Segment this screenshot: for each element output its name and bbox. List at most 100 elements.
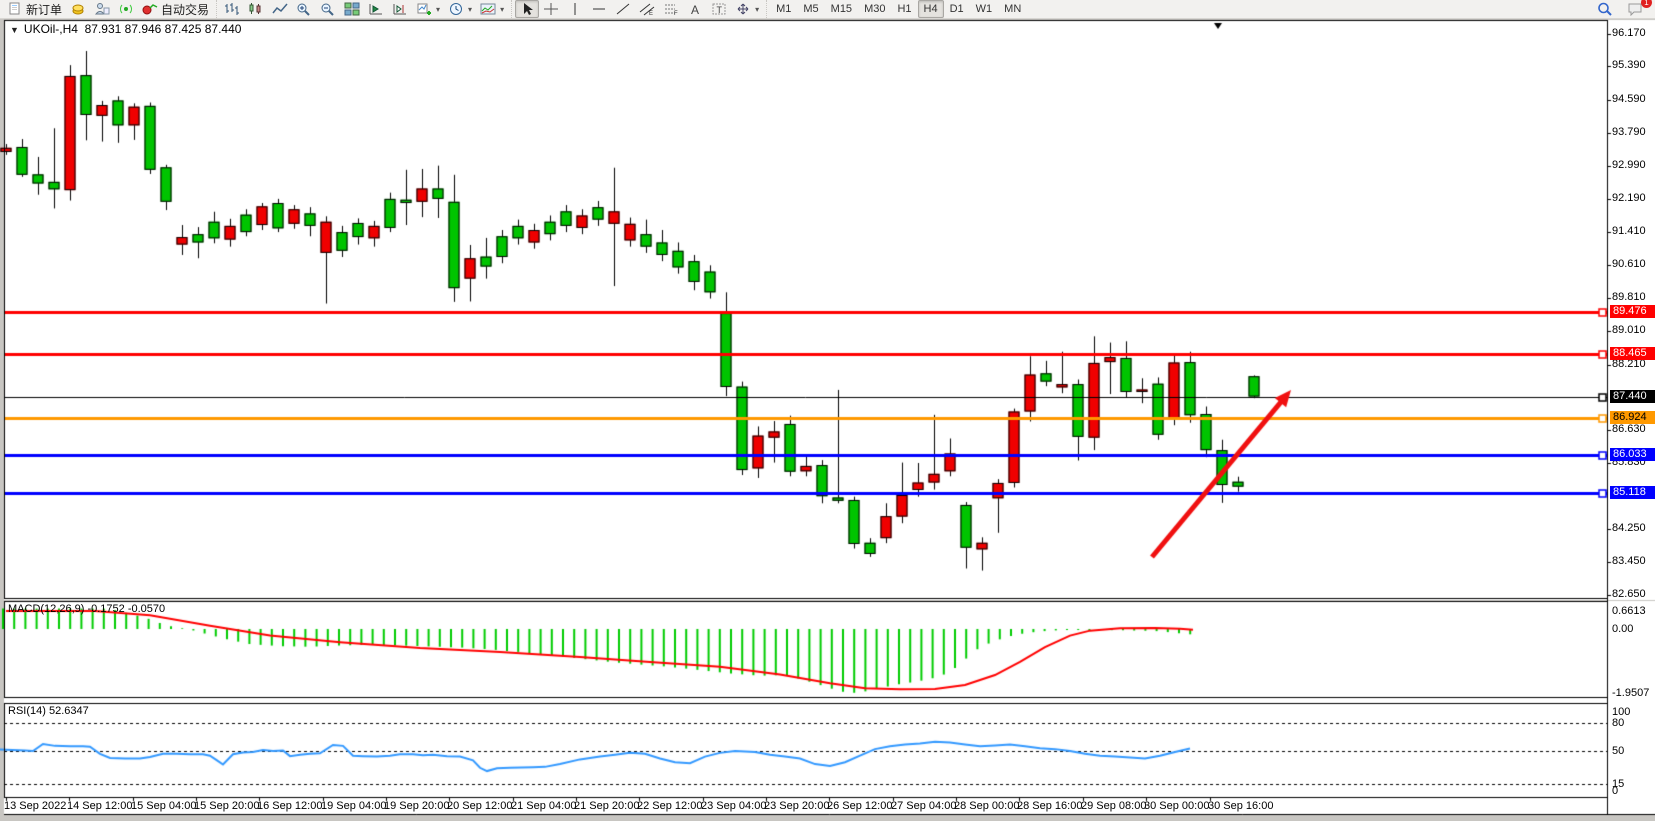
coins-icon [70, 2, 86, 16]
timeframe-m15-button[interactable]: M15 [825, 0, 858, 18]
svg-text:T: T [717, 5, 723, 15]
chartshift-icon [392, 2, 408, 16]
signals-icon-button[interactable] [114, 0, 138, 18]
zoomin-icon [296, 2, 312, 16]
timeframe-m5-button[interactable]: M5 [797, 0, 824, 18]
price-axis-tick: 86.630 [1612, 423, 1653, 435]
svg-text:E: E [649, 11, 653, 16]
main-toolbar: 新订单自动交易 ▾▾▾ EFAT▾ M1M5M15M30H1H4D1W1MN 1 [0, 0, 1655, 19]
time-axis-label: 15 Sep 20:00 [194, 800, 259, 812]
price-axis-tick: 92.190 [1612, 192, 1653, 204]
price-axis-tick: 92.990 [1612, 159, 1653, 171]
fibonacci-button[interactable]: F [659, 0, 683, 18]
zoom-out-button[interactable] [316, 0, 340, 18]
price-axis-tick: 83.450 [1612, 555, 1653, 567]
toolbar-group-chart: ▾▾▾ [216, 0, 511, 18]
search-icon [1597, 2, 1613, 16]
bars-chart-button[interactable] [220, 0, 244, 18]
rsi-axis-label: 80 [1612, 717, 1653, 729]
tile-windows-button[interactable] [340, 0, 364, 18]
periods-button[interactable]: ▾ [444, 0, 476, 18]
chart-collapse-icon[interactable]: ▼ [10, 25, 19, 35]
vline-button[interactable] [563, 0, 587, 18]
chart-title: ▼ UKOil-,H4 87.931 87.946 87.425 87.440 [10, 22, 241, 36]
timeframe-m1-button[interactable]: M1 [770, 0, 797, 18]
candles-chart-button[interactable] [244, 0, 268, 18]
signal-icon [118, 2, 134, 16]
crosshair-icon [543, 2, 559, 16]
price-axis-tick: 96.170 [1612, 27, 1653, 39]
indicators-button[interactable]: ▾ [412, 0, 444, 18]
timeframe-d1-button[interactable]: D1 [944, 0, 970, 18]
indicator-icon [416, 2, 432, 16]
price-axis-tick: 93.790 [1612, 126, 1653, 138]
chart-title-ohlc: 87.931 87.946 87.425 87.440 [85, 22, 242, 36]
bars-icon [224, 2, 240, 16]
chevron-down-icon: ▾ [755, 5, 759, 14]
trendline-button[interactable] [611, 0, 635, 18]
chart-window: ▼ UKOil-,H4 87.931 87.946 87.425 87.440 9… [0, 19, 1655, 821]
macd-axis-label: -1.9507 [1612, 687, 1653, 699]
zoom-in-button[interactable] [292, 0, 316, 18]
hline-icon [591, 2, 607, 16]
rsi-axis-label: 50 [1612, 745, 1653, 757]
search-icon-button[interactable] [1593, 0, 1617, 18]
text-button[interactable]: A [683, 0, 707, 18]
price-axis-tick: 84.250 [1612, 522, 1653, 534]
fibo-icon: F [663, 2, 679, 16]
clock-icon [448, 2, 464, 16]
notifications-icon-button[interactable]: 1 [1623, 0, 1647, 18]
price-level-badge: 85.118 [1610, 486, 1655, 499]
chart-shift-button[interactable] [388, 0, 412, 18]
price-level-badge: 88.465 [1610, 347, 1655, 360]
price-level-badge: 89.476 [1610, 305, 1655, 318]
trendline-icon [615, 2, 631, 16]
cursor-button[interactable] [515, 0, 539, 18]
chart-canvas[interactable] [0, 19, 1655, 821]
time-axis-label: 15 Sep 04:00 [131, 800, 196, 812]
profile-icon-button[interactable] [90, 0, 114, 18]
templates-button[interactable]: ▾ [476, 0, 508, 18]
tiles-icon [344, 2, 360, 16]
autoscroll-button[interactable] [364, 0, 388, 18]
macd-axis-label: 0.00 [1612, 623, 1653, 635]
autotrading-button[interactable]: 自动交易 [138, 0, 213, 18]
channel-button[interactable]: E [635, 0, 659, 18]
textA-icon: A [687, 2, 703, 16]
zoomout-icon [320, 2, 336, 16]
price-axis-tick: 95.390 [1612, 59, 1653, 71]
timeframe-m30-button[interactable]: M30 [858, 0, 891, 18]
crosshair-button[interactable] [539, 0, 563, 18]
time-axis-label: 21 Sep 04:00 [511, 800, 576, 812]
line-chart-button[interactable] [268, 0, 292, 18]
toolbar-group-trade: 新订单 自动交易 [0, 0, 216, 18]
price-axis-tick: 89.010 [1612, 324, 1653, 336]
time-axis-label: 14 Sep 12:00 [67, 800, 132, 812]
rsi-label: RSI(14) 52.6347 [8, 705, 89, 717]
channel-icon: E [639, 2, 655, 16]
shapes-icon [735, 2, 751, 16]
price-axis-tick: 90.610 [1612, 258, 1653, 270]
time-axis-label: 26 Sep 12:00 [827, 800, 892, 812]
timeframe-h4-button[interactable]: H4 [918, 0, 944, 18]
new-order-button[interactable]: 新订单 [3, 0, 66, 18]
new-order-button-label: 新订单 [26, 1, 62, 18]
rsi-axis-label: 0 [1612, 785, 1653, 797]
shapes-button[interactable]: ▾ [731, 0, 763, 18]
price-level-badge: 86.033 [1610, 448, 1655, 461]
label-button[interactable]: T [707, 0, 731, 18]
toolbar-group-draw: E FA T ▾ [511, 0, 766, 18]
textT-icon: T [711, 2, 727, 16]
autotrade-icon [142, 2, 158, 16]
price-axis-tick: 94.590 [1612, 93, 1653, 105]
timeframe-h1-button[interactable]: H1 [891, 0, 917, 18]
timeframe-w1-button[interactable]: W1 [970, 0, 999, 18]
autotrading-button-label: 自动交易 [161, 1, 209, 18]
timeframe-mn-button[interactable]: MN [998, 0, 1027, 18]
toolbar-group-timeframes: M1M5M15M30H1H4D1W1MN [766, 0, 1030, 18]
chart-title-symbol: UKOil-,H4 [24, 22, 78, 36]
coins-icon-button[interactable] [66, 0, 90, 18]
time-axis-label: 23 Sep 20:00 [764, 800, 829, 812]
hline-button[interactable] [587, 0, 611, 18]
chevron-down-icon: ▾ [436, 5, 440, 14]
